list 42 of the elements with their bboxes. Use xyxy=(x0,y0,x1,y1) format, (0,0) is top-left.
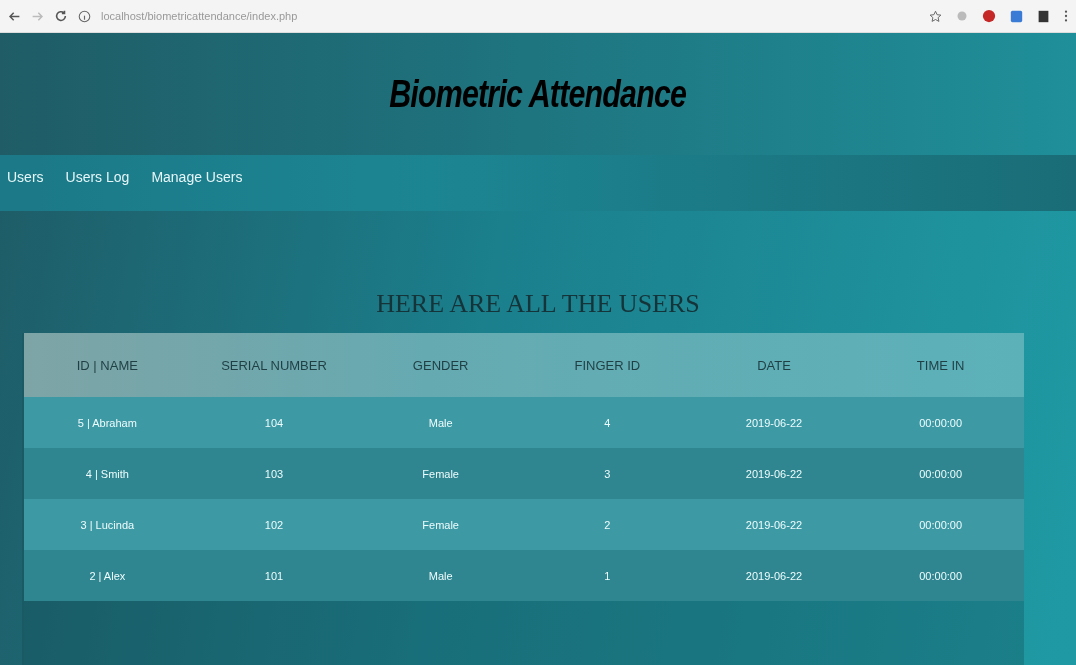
column-header: TIME IN xyxy=(915,357,966,373)
extension-icon[interactable] xyxy=(1037,9,1050,23)
info-icon[interactable] xyxy=(78,9,91,23)
table-cell-text: Female xyxy=(421,467,460,480)
table-cell-text: 00:00:00 xyxy=(918,518,964,531)
table-cell-text: 3 | Lucinda xyxy=(79,518,136,531)
column-header: GENDER xyxy=(411,357,470,373)
table-cell-text: 00:00:00 xyxy=(918,416,964,429)
nav-link[interactable]: Users Log xyxy=(65,169,130,185)
table-cell-text: 4 | Smith xyxy=(84,467,130,480)
table-cell-text: 4 xyxy=(603,416,612,429)
table-cell-text: 5 | Abraham xyxy=(76,416,138,429)
table-cell-text: 2 | Alex xyxy=(88,569,127,582)
table-cell-text: Male xyxy=(427,569,454,582)
address-field[interactable]: localhost/biometricattendance/index.php xyxy=(101,10,298,22)
section-heading: HERE ARE ALL THE USERS xyxy=(376,289,700,319)
column-header: ID | NAME xyxy=(75,357,139,373)
table-cell-text: 2019-06-22 xyxy=(744,518,804,531)
extension-icon[interactable] xyxy=(982,9,996,23)
table-cell-text: 2019-06-22 xyxy=(744,467,804,480)
table-cell-text: Male xyxy=(427,416,454,429)
table-cell-text: 2 xyxy=(603,518,612,531)
column-header: SERIAL NUMBER xyxy=(220,357,328,373)
table-cell-text: 1 xyxy=(603,569,612,582)
table-cell-text: Female xyxy=(421,518,460,531)
star-icon[interactable] xyxy=(929,9,942,23)
table-cell-text: 3 xyxy=(603,467,612,480)
table-cell-text: 00:00:00 xyxy=(918,467,964,480)
site-title: Biometric Attendance xyxy=(389,72,687,116)
table-cell-text: 104 xyxy=(263,416,285,429)
column-header: DATE xyxy=(756,357,792,373)
column-header: FINGER ID xyxy=(573,357,642,373)
menu-icon[interactable] xyxy=(1064,9,1068,23)
table-cell-text: 102 xyxy=(263,518,285,531)
reload-icon[interactable] xyxy=(54,9,68,23)
table-cell-text: 2019-06-22 xyxy=(744,569,804,582)
table-cell-text: 103 xyxy=(263,467,285,480)
table-cell-text: 00:00:00 xyxy=(918,569,964,582)
nav-link[interactable]: Manage Users xyxy=(151,169,243,185)
nav-link[interactable]: Users xyxy=(7,169,44,185)
table-cell-text: 2019-06-22 xyxy=(744,416,804,429)
table-cell-text: 101 xyxy=(263,569,285,582)
